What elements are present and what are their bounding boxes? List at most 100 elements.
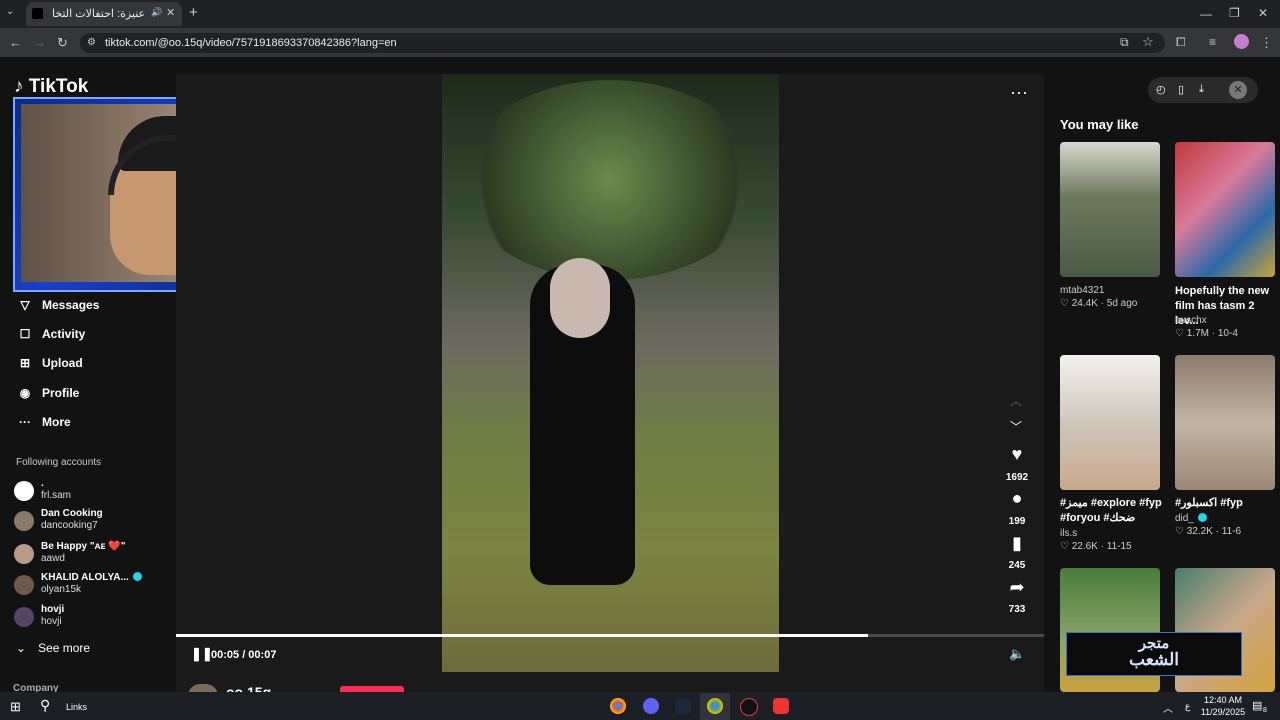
- card-date: 10-4: [1217, 328, 1238, 339]
- card-author[interactable]: ils.s: [1060, 528, 1077, 539]
- account-handle: olyan15k: [41, 584, 82, 595]
- sidebar-item-upload[interactable]: ⊞ Upload: [16, 356, 83, 370]
- close-window-button[interactable]: ✕: [1258, 6, 1268, 20]
- progress-fill[interactable]: [176, 634, 868, 637]
- taskbar-clock[interactable]: 12:40 AM 11/29/2025: [1198, 694, 1248, 718]
- sidebar-item-messages[interactable]: ▽ Messages: [16, 298, 99, 312]
- heart-outline-icon: ♡: [1060, 541, 1069, 552]
- author-handle[interactable]: oo.15q: [226, 684, 271, 692]
- comment-icon[interactable]: ●: [1006, 488, 1028, 509]
- video-person-head: [550, 258, 610, 338]
- windows-taskbar: [0, 692, 1280, 720]
- share-icon[interactable]: ➦: [1006, 577, 1028, 598]
- chevron-down-icon[interactable]: ﹀: [1010, 418, 1022, 435]
- card-likes: 32.2K: [1186, 526, 1213, 537]
- avatar: [14, 544, 34, 564]
- see-more-label: See more: [38, 641, 91, 655]
- card-stats: ♡ 1.7M · 10-4: [1175, 328, 1238, 339]
- time-display: 00:05 / 00:07: [211, 649, 277, 661]
- profile-avatar-icon[interactable]: [1234, 34, 1249, 49]
- mobile-icon[interactable]: ▯: [1178, 83, 1184, 96]
- site-info-icon[interactable]: ⚙: [87, 37, 96, 48]
- bookmark-count: 245: [1008, 560, 1026, 571]
- bookmark-icon[interactable]: ▮: [1006, 533, 1028, 554]
- following-account[interactable]: Dan Cooking dancooking7: [14, 508, 159, 534]
- card-author[interactable]: buschx: [1175, 315, 1207, 326]
- store-overlay-logo: متجر الشعب: [1066, 632, 1242, 676]
- notification-icon[interactable]: ▤: [1252, 699, 1262, 712]
- extensions-icon[interactable]: ⧠: [1176, 35, 1186, 50]
- account-handle: hovji: [41, 616, 62, 627]
- card-thumbnail[interactable]: [1060, 142, 1160, 277]
- video-options-icon[interactable]: ···: [1010, 82, 1028, 103]
- windows-start-icon[interactable]: ⊞: [10, 699, 21, 715]
- sidebar-item-activity[interactable]: ☐ Activity: [16, 327, 86, 341]
- close-icon[interactable]: ✕: [1229, 81, 1247, 99]
- install-app-icon[interactable]: ⧉: [1120, 35, 1129, 50]
- search-icon[interactable]: ⚲: [40, 697, 50, 714]
- language-icon[interactable]: ع: [1185, 701, 1190, 712]
- sidebar-item-profile[interactable]: ◉ Profile: [16, 386, 80, 400]
- sidebar-item-label: Profile: [42, 386, 80, 400]
- chevron-up-icon[interactable]: ︿: [1010, 392, 1022, 409]
- activity-icon: ☐: [19, 327, 31, 341]
- url-text[interactable]: tiktok.com/@oo.15q/video/757191869337084…: [105, 37, 397, 49]
- tab-search-icon[interactable]: ⌄: [6, 6, 14, 17]
- card-thumbnail[interactable]: [1175, 142, 1275, 277]
- overlay-line2: الشعب: [1129, 650, 1179, 669]
- sidebar-item-more[interactable]: ··· More: [16, 415, 71, 429]
- discord-icon[interactable]: [643, 698, 659, 714]
- card-date: 5d ago: [1106, 298, 1138, 309]
- chrome-profile-icon[interactable]: [707, 698, 723, 714]
- autoscroll-icon[interactable]: ◴: [1156, 83, 1166, 96]
- card-author[interactable]: mtab4321: [1060, 285, 1104, 296]
- sidebar-item-label: Activity: [42, 327, 86, 341]
- card-author[interactable]: did_: [1175, 513, 1207, 524]
- tray-chevron-icon[interactable]: ︿: [1163, 700, 1173, 715]
- minimize-button[interactable]: —: [1200, 7, 1212, 21]
- card-likes: 24.4K: [1071, 298, 1098, 309]
- bookmark-star-icon[interactable]: ☆: [1142, 34, 1154, 50]
- browser-menu-icon[interactable]: ⋮: [1260, 35, 1273, 51]
- sidebar-item-label: Messages: [42, 298, 100, 312]
- following-account[interactable]: KHALID ALOLYA... olyan15k: [14, 572, 159, 598]
- tiktok-logo[interactable]: ♪ TikTok: [14, 76, 88, 98]
- account-name: KHALID ALOLYA...: [41, 572, 142, 583]
- reading-list-icon[interactable]: ≡: [1209, 35, 1216, 49]
- following-account[interactable]: hovji hovji: [14, 604, 159, 630]
- avatar: [14, 607, 34, 627]
- taskbar-search-label[interactable]: Links: [66, 702, 87, 712]
- download-icon[interactable]: ⤓: [1199, 83, 1204, 96]
- following-account[interactable]: Be Happy "ᴀᴇ ❤️" aawd: [14, 541, 159, 567]
- volume-icon[interactable]: 🔈: [1009, 646, 1025, 662]
- logo-text: TikTok: [28, 76, 89, 97]
- steam-icon[interactable]: [675, 698, 691, 714]
- see-more-button[interactable]: ⌄ See more: [16, 641, 90, 655]
- close-tab-icon[interactable]: ✕: [166, 6, 175, 19]
- card-title[interactable]: #ميمز #explore #fyp #foryou #ضحك: [1060, 496, 1164, 526]
- reload-icon[interactable]: ↻: [57, 35, 68, 51]
- heart-icon[interactable]: ♥: [1006, 444, 1028, 465]
- card-author-text: did_: [1175, 513, 1194, 524]
- obs-icon[interactable]: [740, 698, 758, 716]
- clock-time: 12:40 AM: [1203, 695, 1243, 705]
- heart-outline-icon: ♡: [1175, 526, 1184, 537]
- tiktok-note-icon: ♪: [14, 76, 24, 97]
- card-title[interactable]: #اكسبلور #fyp: [1175, 496, 1279, 511]
- account-handle: aawd: [41, 553, 65, 564]
- chrome-icon[interactable]: [610, 698, 626, 714]
- audio-icon[interactable]: 🔊: [151, 7, 162, 18]
- account-name: .: [41, 478, 44, 489]
- pause-icon[interactable]: ❚❚: [191, 646, 213, 662]
- card-thumbnail[interactable]: [1060, 355, 1160, 490]
- new-tab-button[interactable]: +: [189, 4, 198, 21]
- forward-icon[interactable]: →: [33, 35, 46, 50]
- following-account[interactable]: . frl.sam: [14, 478, 159, 504]
- maximize-button[interactable]: ❐: [1229, 6, 1240, 20]
- following-accounts-heading: Following accounts: [16, 457, 102, 468]
- app-icon[interactable]: [773, 698, 789, 714]
- sidebar-item-label: More: [42, 415, 71, 429]
- card-thumbnail[interactable]: [1175, 355, 1275, 490]
- verified-badge-icon: [1197, 513, 1207, 522]
- back-icon[interactable]: ←: [9, 35, 22, 50]
